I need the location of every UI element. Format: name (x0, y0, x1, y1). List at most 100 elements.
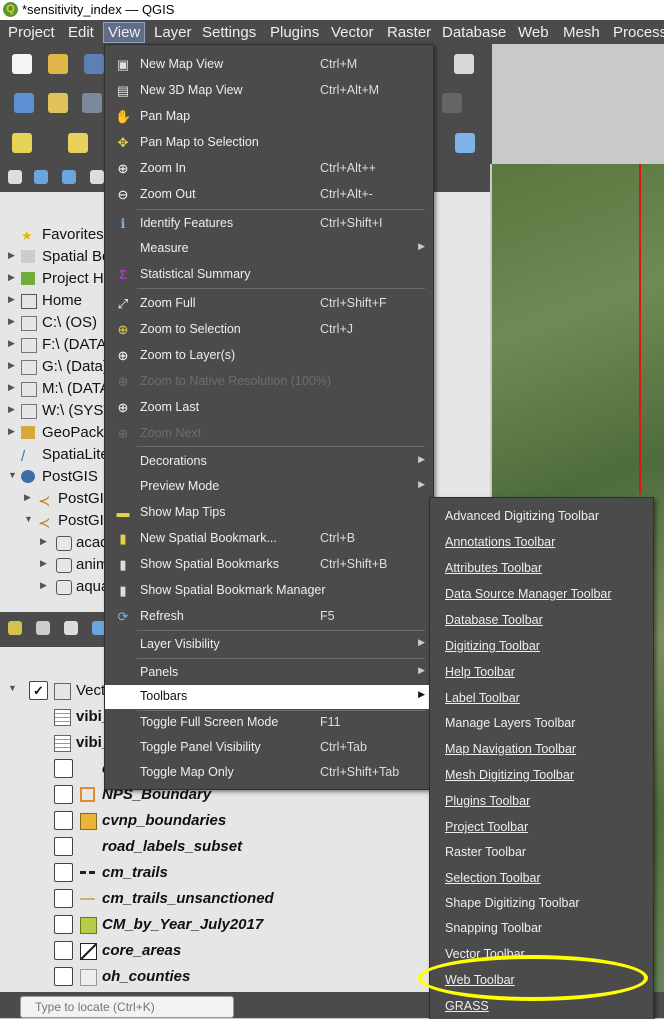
menu-raster[interactable]: Raster (387, 23, 431, 42)
locator-bar[interactable] (20, 996, 234, 1018)
submenu-item-map-navigation-toolbar[interactable]: Map Navigation Toolbar (430, 738, 653, 762)
expand-icon[interactable]: ▶ (8, 404, 15, 415)
add-group-icon[interactable] (36, 621, 50, 635)
collapse-arrow-icon[interactable]: ▼ (24, 514, 33, 524)
submenu-item-raster-toolbar[interactable]: Raster Toolbar (430, 841, 653, 865)
menu-item-toggle-map-only[interactable]: Toggle Map Only Ctrl+Shift+Tab (105, 761, 433, 785)
menu-mesh[interactable]: Mesh (563, 23, 600, 42)
submenu-item-web-toolbar[interactable]: Web Toolbar (430, 969, 653, 993)
submenu-item-selection-toolbar[interactable]: Selection Toolbar (430, 867, 653, 891)
menu-item-pan-map-to-selection[interactable]: ✥ Pan Map to Selection (105, 131, 433, 155)
label-tool-icon[interactable] (455, 133, 475, 153)
eye-icon[interactable] (64, 621, 78, 635)
expand-icon[interactable]: ▶ (24, 492, 31, 503)
expand-icon[interactable]: ▶ (40, 558, 47, 569)
menu-settings[interactable]: Settings (202, 23, 256, 42)
submenu-item-annotations-toolbar[interactable]: Annotations Toolbar (430, 531, 653, 555)
collapse-arrow-icon[interactable]: ▼ (8, 683, 17, 693)
submenu-item-project-toolbar[interactable]: Project Toolbar (430, 816, 653, 840)
menu-item-new-spatial-bookmark[interactable]: ▮ New Spatial Bookmark... Ctrl+B (105, 527, 433, 551)
submenu-item-mesh-digitizing-toolbar[interactable]: Mesh Digitizing Toolbar (430, 764, 653, 788)
expand-icon[interactable]: ▶ (8, 294, 15, 305)
submenu-item-database-toolbar[interactable]: Database Toolbar (430, 609, 653, 633)
menu-item-preview-mode[interactable]: Preview Mode ▶ (105, 475, 433, 499)
expand-icon[interactable]: ▶ (8, 272, 15, 283)
collapse-arrow-icon[interactable]: ▼ (8, 470, 17, 480)
submenu-item-manage-layers-toolbar[interactable]: Manage Layers Toolbar (430, 712, 653, 736)
menu-item-zoom-full[interactable]: ⤢ Zoom Full Ctrl+Shift+F (105, 292, 433, 316)
menu-item-zoom-to-selection[interactable]: ⊕ Zoom to Selection Ctrl+J (105, 318, 433, 342)
menu-item-decorations[interactable]: Decorations ▶ (105, 450, 433, 474)
add-vector-icon[interactable] (82, 93, 102, 113)
menu-item-toolbars[interactable]: Toolbars ▶ (105, 685, 433, 709)
expand-icon[interactable]: ▶ (40, 580, 47, 591)
menu-item-zoom-last[interactable]: ⊕ Zoom Last (105, 396, 433, 420)
menu-edit[interactable]: Edit (68, 23, 94, 42)
layer-checkbox-checked[interactable]: ✓ (29, 681, 48, 700)
submenu-item-help-toolbar[interactable]: Help Toolbar (430, 661, 653, 685)
menu-vector[interactable]: Vector (331, 23, 374, 42)
expand-icon[interactable]: ▶ (8, 426, 15, 437)
menu-item-show-spatial-bookmark-manager[interactable]: ▮ Show Spatial Bookmark Manager (105, 579, 433, 603)
collapse-icon[interactable] (90, 170, 104, 184)
menu-item-measure[interactable]: Measure ▶ (105, 237, 433, 261)
menu-item-zoom-out[interactable]: ⊖ Zoom Out Ctrl+Alt+- (105, 183, 433, 207)
menu-item-refresh[interactable]: ⟳ Refresh F5 (105, 605, 433, 629)
menu-item-new-3d-map-view[interactable]: ▤ New 3D Map View Ctrl+Alt+M (105, 79, 433, 103)
menu-project[interactable]: Project (8, 23, 55, 42)
menu-item-pan-map[interactable]: ✋ Pan Map (105, 105, 433, 129)
layer-checkbox[interactable] (54, 811, 73, 830)
submenu-item-snapping-toolbar[interactable]: Snapping Toolbar (430, 917, 653, 941)
layer-checkbox[interactable] (54, 915, 73, 934)
add-selected-icon[interactable] (8, 170, 22, 184)
menu-item-layer-visibility[interactable]: Layer Visibility ▶ (105, 633, 433, 657)
submenu-item-plugins-toolbar[interactable]: Plugins Toolbar (430, 790, 653, 814)
menu-view[interactable]: View (102, 22, 146, 43)
submenu-item-grass[interactable]: GRASS (430, 995, 653, 1019)
layer-checkbox[interactable] (54, 863, 73, 882)
layer-checkbox[interactable] (54, 759, 73, 778)
menu-layer[interactable]: Layer (154, 23, 192, 42)
digitize-icon[interactable] (442, 93, 462, 113)
menu-item-show-spatial-bookmarks[interactable]: ▮ Show Spatial Bookmarks Ctrl+Shift+B (105, 553, 433, 577)
submenu-item-shape-digitizing-toolbar[interactable]: Shape Digitizing Toolbar (430, 892, 653, 916)
menu-item-zoom-in[interactable]: ⊕ Zoom In Ctrl+Alt++ (105, 157, 433, 181)
expand-icon[interactable]: ▶ (8, 316, 15, 327)
add-layer-icon[interactable] (48, 93, 68, 113)
menu-item-toggle-panel-visibility[interactable]: Toggle Panel Visibility Ctrl+Tab (105, 736, 433, 760)
menu-item-zoom-to-layers[interactable]: ⊕ Zoom to Layer(s) (105, 344, 433, 368)
expand-icon[interactable]: ▶ (40, 536, 47, 547)
layer-checkbox[interactable] (54, 889, 73, 908)
locator-input[interactable] (33, 999, 227, 1015)
filter-icon[interactable] (62, 170, 76, 184)
open-project-icon[interactable] (48, 54, 68, 74)
menu-item-panels[interactable]: Panels ▶ (105, 661, 433, 685)
layer-checkbox[interactable] (54, 941, 73, 960)
menu-database[interactable]: Database (442, 23, 506, 42)
new-project-icon[interactable] (12, 54, 32, 74)
identify-tool-icon[interactable] (454, 54, 474, 74)
submenu-item-digitizing-toolbar[interactable]: Digitizing Toolbar (430, 635, 653, 659)
submenu-item-attributes-toolbar[interactable]: Attributes Toolbar (430, 557, 653, 581)
menu-item-toggle-full-screen[interactable]: Toggle Full Screen Mode F11 (105, 711, 433, 735)
expand-icon[interactable]: ▶ (8, 360, 15, 371)
menu-processing[interactable]: Process (613, 23, 664, 42)
menu-item-show-map-tips[interactable]: ▬ Show Map Tips (105, 501, 433, 525)
refresh-icon[interactable] (34, 170, 48, 184)
submenu-item-label-toolbar[interactable]: Label Toolbar (430, 687, 653, 711)
layer-checkbox[interactable] (54, 785, 73, 804)
data-source-icon[interactable] (14, 93, 34, 113)
save-project-icon[interactable] (84, 54, 104, 74)
menu-item-statistical-summary[interactable]: Σ Statistical Summary (105, 263, 433, 287)
menu-item-new-map-view[interactable]: ▣ New Map View Ctrl+M (105, 53, 433, 77)
submenu-item-vector-toolbar[interactable]: Vector Toolbar (430, 943, 653, 967)
menu-web[interactable]: Web (518, 23, 549, 42)
menu-item-identify-features[interactable]: ℹ Identify Features Ctrl+Shift+I (105, 212, 433, 236)
select-feature-icon[interactable] (12, 133, 32, 153)
expand-icon[interactable]: ▶ (8, 382, 15, 393)
submenu-item-advanced-digitizing-toolbar[interactable]: Advanced Digitizing Toolbar (430, 505, 653, 529)
style-icon[interactable] (8, 621, 22, 635)
layer-checkbox[interactable] (54, 837, 73, 856)
layer-checkbox[interactable] (54, 967, 73, 986)
submenu-item-data-source-manager-toolbar[interactable]: Data Source Manager Toolbar (430, 583, 653, 607)
